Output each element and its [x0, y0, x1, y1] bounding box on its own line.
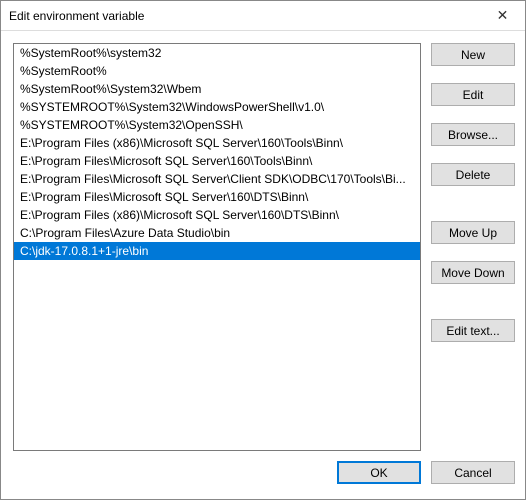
list-item[interactable]: C:\jdk-17.0.8.1+1-jre\bin: [14, 242, 420, 260]
move-up-button[interactable]: Move Up: [431, 221, 515, 244]
cancel-button[interactable]: Cancel: [431, 461, 515, 484]
content-area: %SystemRoot%\system32%SystemRoot%%System…: [1, 31, 525, 451]
list-item[interactable]: E:\Program Files (x86)\Microsoft SQL Ser…: [14, 206, 420, 224]
list-item[interactable]: %SYSTEMROOT%\System32\WindowsPowerShell\…: [14, 98, 420, 116]
edit-button[interactable]: Edit: [431, 83, 515, 106]
list-item[interactable]: C:\Program Files\Azure Data Studio\bin: [14, 224, 420, 242]
new-button[interactable]: New: [431, 43, 515, 66]
titlebar: Edit environment variable ✕: [1, 1, 525, 31]
edit-text-button[interactable]: Edit text...: [431, 319, 515, 342]
side-button-panel: New Edit Browse... Delete Move Up Move D…: [431, 43, 515, 451]
ok-button[interactable]: OK: [337, 461, 421, 484]
list-item[interactable]: E:\Program Files\Microsoft SQL Server\16…: [14, 152, 420, 170]
path-listbox[interactable]: %SystemRoot%\system32%SystemRoot%%System…: [13, 43, 421, 451]
close-button[interactable]: ✕: [480, 1, 525, 31]
list-item[interactable]: %SystemRoot%\System32\Wbem: [14, 80, 420, 98]
list-item[interactable]: %SystemRoot%: [14, 62, 420, 80]
list-item[interactable]: E:\Program Files (x86)\Microsoft SQL Ser…: [14, 134, 420, 152]
browse-button[interactable]: Browse...: [431, 123, 515, 146]
move-down-button[interactable]: Move Down: [431, 261, 515, 284]
close-icon: ✕: [497, 7, 509, 24]
delete-button[interactable]: Delete: [431, 163, 515, 186]
window-title: Edit environment variable: [9, 9, 144, 23]
list-item[interactable]: %SYSTEMROOT%\System32\OpenSSH\: [14, 116, 420, 134]
footer: OK Cancel: [1, 451, 525, 484]
list-item[interactable]: %SystemRoot%\system32: [14, 44, 420, 62]
list-item[interactable]: E:\Program Files\Microsoft SQL Server\16…: [14, 188, 420, 206]
list-item[interactable]: E:\Program Files\Microsoft SQL Server\Cl…: [14, 170, 420, 188]
